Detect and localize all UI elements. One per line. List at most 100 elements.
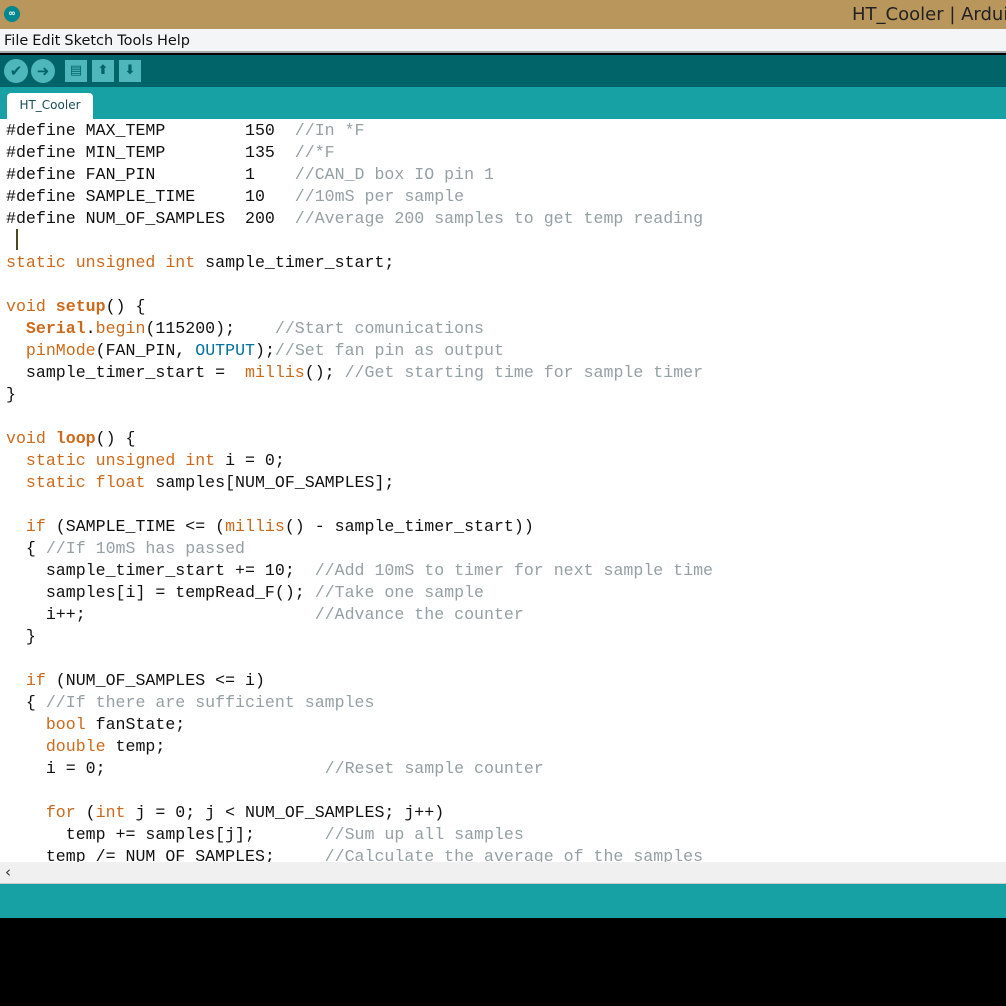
open-button[interactable]: ⬆ (92, 60, 114, 82)
code-line[interactable]: if (NUM_OF_SAMPLES <= i) (6, 670, 713, 692)
code-line[interactable]: temp /= NUM_OF_SAMPLES; //Calculate the … (6, 846, 713, 862)
code-text[interactable]: #define MAX_TEMP 150 //In *F #define MIN_… (6, 120, 713, 862)
code-token: (NUM_OF_SAMPLES <= i) (45, 671, 265, 690)
arduino-logo-icon: ∞ (4, 6, 20, 22)
title-bar: ∞ HT_Cooler | Arduin (0, 0, 1006, 29)
code-token: fanState; (85, 715, 186, 734)
code-keyword: Serial (25, 319, 86, 338)
code-token: (); (304, 363, 345, 382)
code-line[interactable]: #define MIN_TEMP 135 //*F (6, 142, 713, 164)
code-line[interactable]: { //If there are sufficient samples (6, 692, 713, 714)
menu-edit[interactable]: Edit (28, 29, 60, 49)
code-token: } (6, 385, 16, 404)
code-line[interactable]: { //If 10mS has passed (6, 538, 713, 560)
code-line[interactable] (6, 494, 713, 516)
code-line[interactable]: static unsigned int sample_timer_start; (6, 252, 713, 274)
code-token: j = 0; j < NUM_OF_SAMPLES; j++) (125, 803, 445, 822)
menu-file[interactable]: File (0, 29, 28, 49)
code-line[interactable]: } (6, 626, 713, 648)
code-line[interactable]: sample_timer_start = millis(); //Get sta… (6, 362, 713, 384)
code-keyword: static unsigned int (25, 451, 216, 470)
code-comment: //10mS per sample (294, 187, 465, 206)
code-comment: //Start comunications (274, 319, 485, 338)
code-token: #define FAN_PIN 1 (6, 165, 295, 184)
code-keyword: if (25, 671, 46, 690)
new-button[interactable]: ▤ (65, 60, 87, 82)
code-line[interactable] (6, 406, 713, 428)
code-line[interactable]: #define MAX_TEMP 150 //In *F (6, 120, 713, 142)
code-line[interactable]: Serial.begin(115200); //Start comunicati… (6, 318, 713, 340)
code-comment: //Get starting time for sample timer (344, 363, 704, 382)
code-token: #define MAX_TEMP 150 (6, 121, 295, 140)
verify-button[interactable]: ✔ (4, 59, 28, 83)
code-token: sample_timer_start += 10; (6, 561, 315, 580)
code-line[interactable]: void loop() { (6, 428, 713, 450)
upload-button[interactable]: ➜ (31, 59, 55, 83)
code-keyword: static float (25, 473, 146, 492)
menu-help[interactable]: Help (153, 29, 190, 49)
code-line[interactable] (6, 780, 713, 802)
window-title: HT_Cooler | Arduin (852, 4, 1006, 25)
console-output (0, 918, 1006, 1006)
code-line[interactable]: #define SAMPLE_TIME 10 //10mS per sample (6, 186, 713, 208)
code-line[interactable]: samples[i] = tempRead_F(); //Take one sa… (6, 582, 713, 604)
code-line[interactable] (6, 230, 713, 252)
arrow-down-icon: ⬇ (124, 63, 136, 78)
code-line[interactable]: double temp; (6, 736, 713, 758)
code-token: { (6, 693, 46, 712)
code-keyword: pinMode (25, 341, 96, 360)
new-file-icon: ▤ (69, 63, 83, 78)
code-token: . (85, 319, 96, 338)
code-line[interactable]: i = 0; //Reset sample counter (6, 758, 713, 780)
code-line[interactable]: #define NUM_OF_SAMPLES 200 //Average 200… (6, 208, 713, 230)
toolbar: ✔ ➜ ▤ ⬆ ⬇ (0, 55, 1006, 87)
code-token: () - sample_timer_start)) (284, 517, 534, 536)
code-token: samples[i] = tempRead_F(); (6, 583, 315, 602)
code-token: temp /= NUM_OF_SAMPLES; (6, 847, 325, 862)
save-button[interactable]: ⬇ (119, 60, 141, 82)
code-line[interactable]: i++; //Advance the counter (6, 604, 713, 626)
code-line[interactable]: pinMode(FAN_PIN, OUTPUT);//Set fan pin a… (6, 340, 713, 362)
code-line[interactable]: static unsigned int i = 0; (6, 450, 713, 472)
code-line[interactable] (6, 648, 713, 670)
code-line[interactable]: #define FAN_PIN 1 //CAN_D box IO pin 1 (6, 164, 713, 186)
horizontal-scrollbar[interactable]: ‹ (0, 862, 1006, 884)
code-keyword: static unsigned int (6, 253, 196, 272)
code-token: (115200); (145, 319, 275, 338)
tab-ht-cooler[interactable]: HT_Cooler (7, 93, 93, 119)
code-keyword: void (6, 297, 56, 316)
code-token: sample_timer_start; (195, 253, 395, 272)
code-line[interactable]: void setup() { (6, 296, 713, 318)
menu-tools[interactable]: Tools (113, 29, 153, 49)
code-editor[interactable]: #define MAX_TEMP 150 //In *F #define MIN_… (0, 119, 1006, 862)
code-token: () { (95, 429, 136, 448)
code-line[interactable] (6, 274, 713, 296)
code-line[interactable]: if (SAMPLE_TIME <= (millis() - sample_ti… (6, 516, 713, 538)
code-token: temp; (105, 737, 166, 756)
code-line[interactable]: for (int j = 0; j < NUM_OF_SAMPLES; j++) (6, 802, 713, 824)
code-keyword: millis (245, 363, 305, 382)
code-line[interactable]: bool fanState; (6, 714, 713, 736)
code-token: #define NUM_OF_SAMPLES 200 (6, 209, 295, 228)
code-comment: //Reset sample counter (324, 759, 544, 778)
code-line[interactable]: } (6, 384, 713, 406)
code-token: ( (75, 803, 96, 822)
code-token: ); (254, 341, 275, 360)
tab-strip: HT_Cooler (0, 87, 1006, 119)
code-line[interactable]: static float samples[NUM_OF_SAMPLES]; (6, 472, 713, 494)
scroll-left-icon[interactable]: ‹ (5, 863, 11, 881)
code-comment: //Average 200 samples to get temp readin… (294, 209, 704, 228)
code-comment: //Add 10mS to timer for next sample time (314, 561, 714, 580)
checkmark-icon: ✔ (9, 62, 23, 80)
code-token: (SAMPLE_TIME <= ( (45, 517, 226, 536)
code-keyword: for (45, 803, 76, 822)
code-comment: //In *F (294, 121, 365, 140)
menu-sketch[interactable]: Sketch (60, 29, 113, 49)
code-line[interactable]: sample_timer_start += 10; //Add 10mS to … (6, 560, 713, 582)
code-comment: //Sum up all samples (324, 825, 524, 844)
code-line[interactable]: temp += samples[j]; //Sum up all samples (6, 824, 713, 846)
